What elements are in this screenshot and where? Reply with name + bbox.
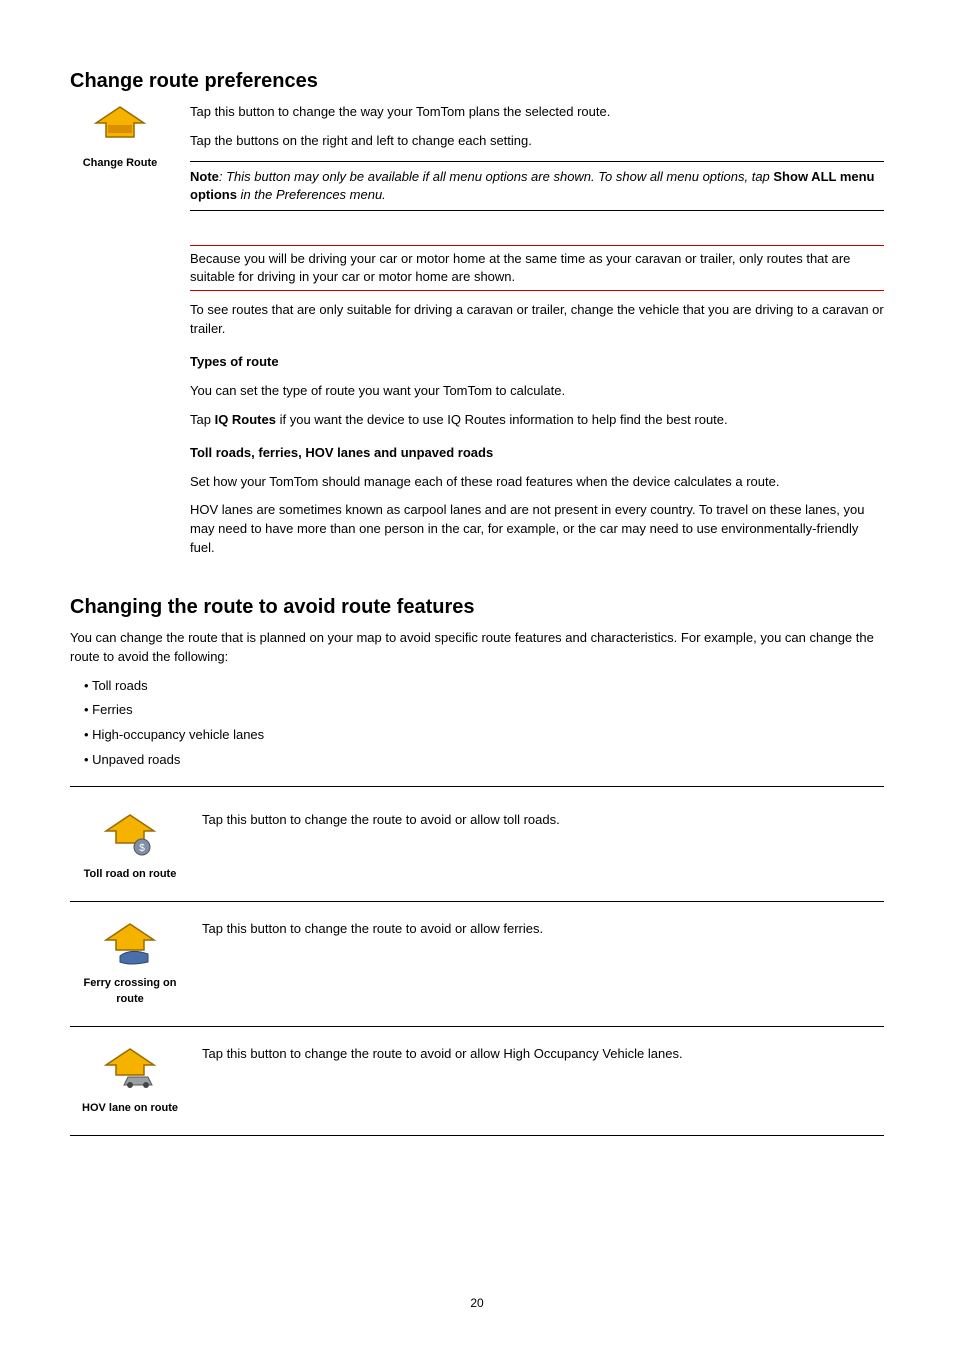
subhead-types: Types of route: [190, 353, 884, 372]
toll-road-icon: $: [82, 811, 178, 859]
note-block: Note: This button may only be available …: [190, 168, 884, 204]
warning-separator-bottom: [190, 290, 884, 291]
bullet-toll: Toll roads: [84, 677, 884, 696]
intro-line-2: Tap the buttons on the right and left to…: [190, 132, 884, 151]
tollferry-intro: Set how your TomTom should manage each o…: [190, 473, 884, 492]
types-intro: You can set the type of route you want y…: [190, 382, 884, 401]
table-row: HOV lane on route Tap this button to cha…: [70, 1026, 884, 1134]
section-change-route-preferences: Change route preferences Change Route Ta…: [70, 70, 884, 568]
bullet-ferries: Ferries: [84, 701, 884, 720]
change-route-icon-label: Change Route: [70, 157, 170, 170]
hov-extra: HOV lanes are sometimes known as carpool…: [190, 501, 884, 558]
warning-separator-top: [190, 245, 884, 246]
warning-text-2: To see routes that are only suitable for…: [190, 301, 884, 339]
ferry-desc: Tap this button to change the route to a…: [190, 901, 884, 1025]
page-number: 20: [0, 1296, 954, 1310]
table-row: $ Toll road on route Tap this button to …: [70, 793, 884, 901]
section2-intro: You can change the route that is planned…: [70, 629, 884, 667]
section-change-route-avoid: Changing the route to avoid route featur…: [70, 596, 884, 770]
note-prefix: Note: [190, 169, 219, 184]
toll-road-desc: Tap this button to change the route to a…: [190, 793, 884, 901]
route-features-table: $ Toll road on route Tap this button to …: [70, 793, 884, 1136]
svg-text:$: $: [139, 843, 145, 854]
ferry-icon-label: Ferry crossing on route: [82, 976, 178, 1008]
separator: [190, 210, 884, 211]
table-row: Ferry crossing on route Tap this button …: [70, 901, 884, 1025]
toll-road-icon-label: Toll road on route: [82, 867, 178, 883]
feature-table-top-rule: [70, 786, 884, 787]
change-route-icon: [70, 103, 170, 151]
bullet-unpaved: Unpaved roads: [84, 751, 884, 770]
change-route-block: Change Route: [70, 103, 170, 170]
separator: [190, 161, 884, 162]
warning-text-1: Because you will be driving your car or …: [190, 250, 884, 286]
section-title: Change route preferences: [70, 70, 884, 93]
hov-desc: Tap this button to change the route to a…: [190, 1026, 884, 1134]
iq-routes-link[interactable]: IQ Routes: [215, 412, 276, 427]
intro-line-1: Tap this button to change the way your T…: [190, 103, 884, 122]
hov-icon-label: HOV lane on route: [82, 1101, 178, 1117]
ferry-icon: [82, 920, 178, 968]
bullet-hov: High-occupancy vehicle lanes: [84, 726, 884, 745]
subhead-tollferry: Toll roads, ferries, HOV lanes and unpav…: [190, 444, 884, 463]
tap-label: Tap: [190, 412, 215, 427]
note-suffix: in the Preferences menu.: [237, 187, 386, 202]
warning-block: Because you will be driving your car or …: [190, 250, 884, 286]
hov-icon: [82, 1045, 178, 1093]
section-title-2: Changing the route to avoid route featur…: [70, 596, 884, 619]
iq-after: if you want the device to use IQ Routes …: [276, 412, 728, 427]
note-body: : This button may only be available if a…: [219, 169, 774, 184]
iq-routes-line: Tap IQ Routes if you want the device to …: [190, 411, 884, 430]
